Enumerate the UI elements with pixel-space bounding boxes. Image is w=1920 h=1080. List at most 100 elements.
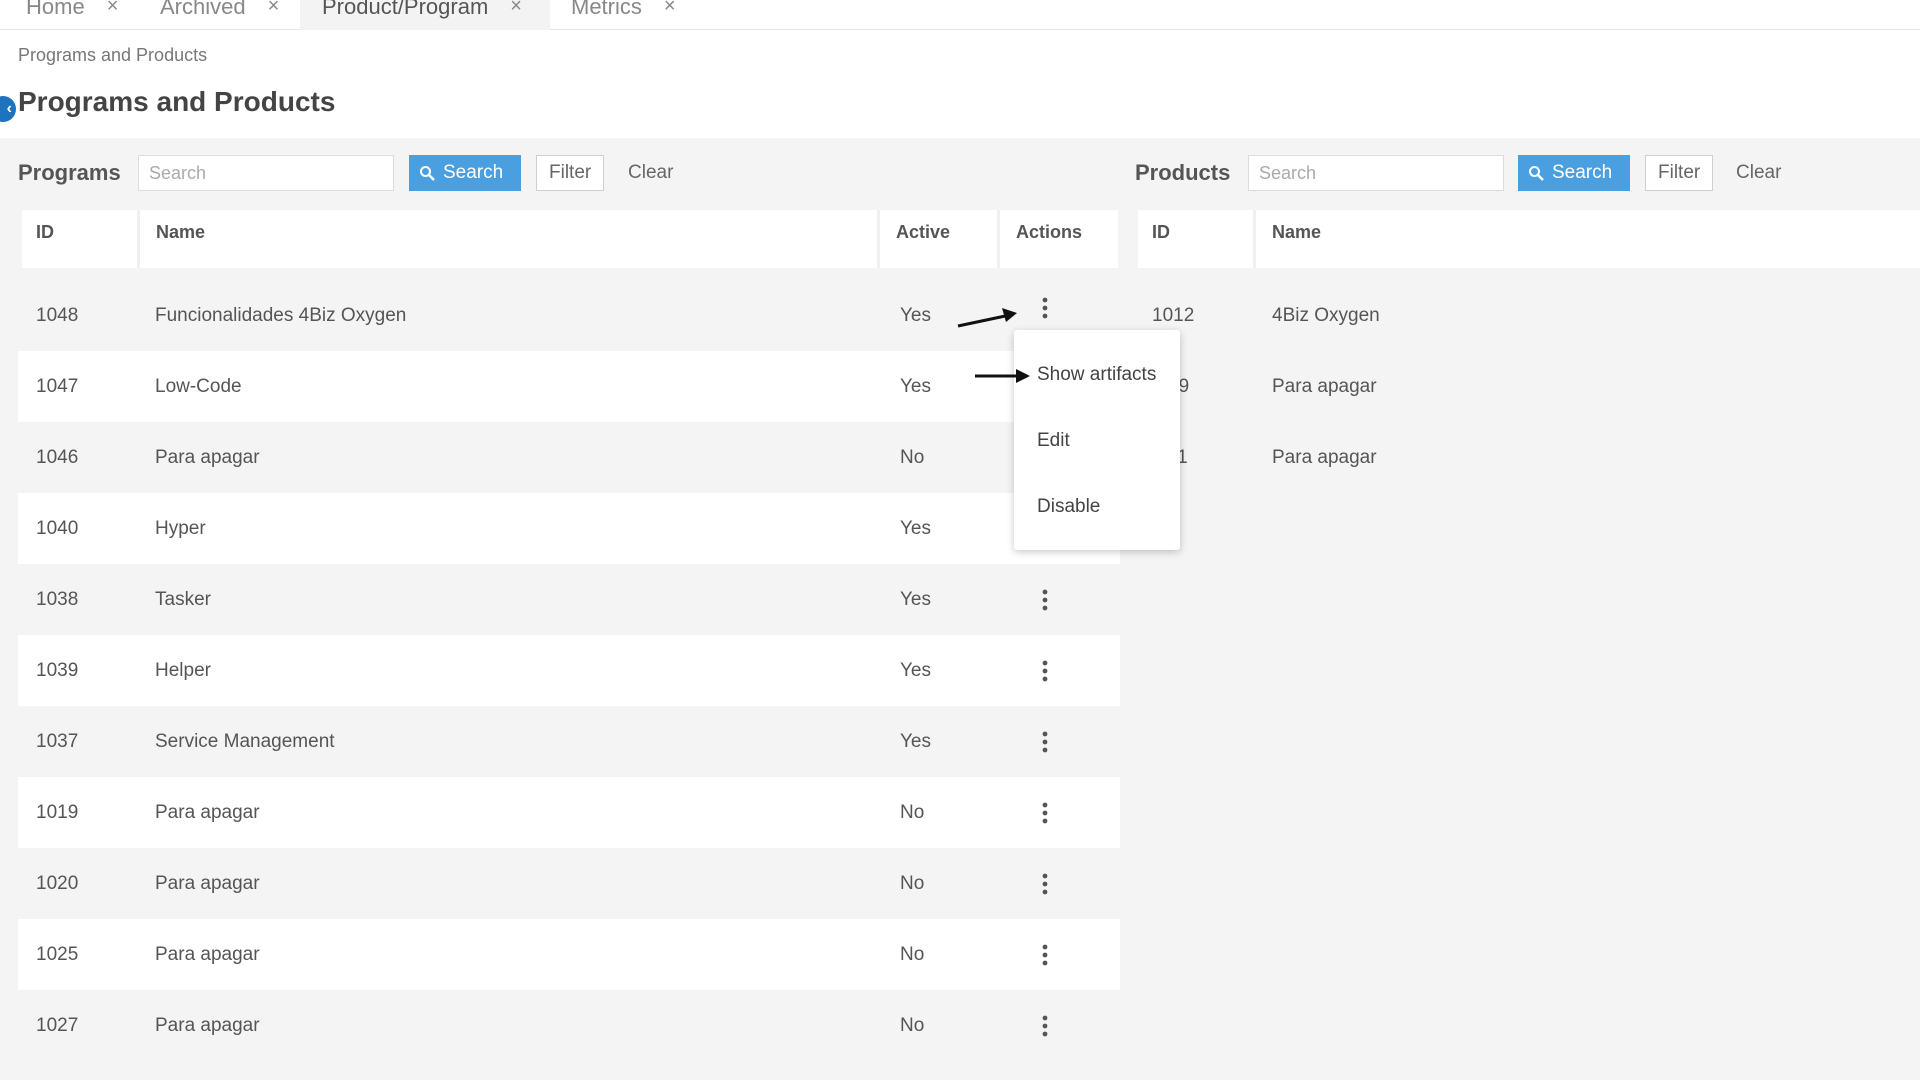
tab-label: Archived [160, 0, 246, 19]
program-active: Yes [900, 731, 931, 752]
program-id: 1040 [36, 518, 79, 539]
table-row[interactable]: 1046 Para apagar No [18, 422, 1120, 493]
program-id: 1047 [36, 376, 79, 397]
program-id: 1037 [36, 731, 79, 752]
table-row[interactable]: 09 Para apagar [1138, 351, 1920, 422]
program-name: Hyper [155, 518, 206, 539]
menu-item-show-artifacts[interactable]: Show artifacts [1037, 364, 1156, 386]
program-name: Para apagar [155, 873, 260, 894]
program-id: 1048 [36, 305, 79, 326]
column-header-active[interactable]: Active [882, 210, 1000, 268]
arrow-annotation-icon [975, 369, 1030, 383]
tab-bar: Home × Archived × Product/Program × Metr… [0, 0, 1920, 30]
products-search-input[interactable] [1248, 155, 1504, 191]
table-row[interactable]: 1039 Helper Yes [18, 635, 1120, 706]
program-name: Para apagar [155, 944, 260, 965]
program-id: 1019 [36, 802, 79, 823]
tab-label: Product/Program [322, 0, 489, 19]
program-id: 1027 [36, 1015, 79, 1036]
program-active: Yes [900, 518, 931, 539]
more-vertical-icon[interactable] [1025, 793, 1065, 833]
table-row[interactable]: 11 Para apagar [1138, 422, 1920, 493]
close-icon[interactable]: × [510, 0, 522, 16]
programs-clear-button[interactable]: Clear [620, 155, 681, 191]
programs-search-input[interactable] [138, 155, 394, 191]
more-vertical-icon[interactable] [1025, 1006, 1065, 1046]
program-active: No [900, 802, 925, 823]
table-row[interactable]: 1040 Hyper Yes [18, 493, 1120, 564]
search-button-label: Search [1552, 162, 1613, 183]
program-name: Para apagar [155, 1015, 260, 1036]
product-name: Para apagar [1272, 376, 1377, 397]
table-row-empty [1138, 493, 1920, 564]
tab-product-program[interactable]: Product/Program × [300, 0, 550, 30]
program-name: Helper [155, 660, 211, 681]
program-id: 1020 [36, 873, 79, 894]
breadcrumb[interactable]: Programs and Products [18, 45, 207, 66]
programs-table-header: ID Name Active Actions [22, 210, 1118, 268]
programs-filter-button[interactable]: Filter [536, 155, 605, 191]
table-row[interactable]: 1019 Para apagar No [18, 777, 1120, 848]
program-name: Low-Code [155, 376, 242, 397]
programs-title: Programs [18, 160, 121, 185]
products-table-header: ID Name [1138, 210, 1920, 268]
products-search-button[interactable]: Search [1518, 155, 1630, 191]
program-name: Para apagar [155, 802, 260, 823]
close-icon[interactable]: × [268, 0, 280, 16]
more-vertical-icon[interactable] [1025, 580, 1065, 620]
program-id: 1039 [36, 660, 79, 681]
more-vertical-icon[interactable] [1025, 651, 1065, 691]
program-id: 1046 [36, 447, 79, 468]
tab-archived[interactable]: Archived × [160, 0, 279, 30]
arrow-annotation-icon [957, 308, 1017, 328]
products-filter-button[interactable]: Filter [1645, 155, 1714, 191]
search-icon [420, 166, 435, 181]
program-name: Service Management [155, 731, 335, 752]
more-vertical-icon[interactable] [1025, 935, 1065, 975]
close-icon[interactable]: × [664, 0, 676, 16]
program-active: Yes [900, 305, 931, 326]
row-actions-menu: Show artifacts Edit Disable [1014, 330, 1180, 550]
program-id: 1025 [36, 944, 79, 965]
programs-search-button[interactable]: Search [409, 155, 521, 191]
table-row[interactable]: 1027 Para apagar No [18, 990, 1120, 1061]
more-vertical-icon[interactable] [1025, 722, 1065, 762]
program-active: Yes [900, 660, 931, 681]
menu-item-edit[interactable]: Edit [1037, 430, 1070, 452]
program-name: Funcionalidades 4Biz Oxygen [155, 305, 407, 326]
table-row[interactable]: 1020 Para apagar No [18, 848, 1120, 919]
products-clear-button[interactable]: Clear [1728, 155, 1789, 191]
more-vertical-icon[interactable] [1025, 288, 1065, 328]
program-active: Yes [900, 376, 931, 397]
table-row[interactable]: 1012 4Biz Oxygen [1138, 280, 1920, 351]
product-name: Para apagar [1272, 447, 1377, 468]
column-header-name[interactable]: Name [1258, 210, 1920, 268]
table-row[interactable]: 1025 Para apagar No [18, 919, 1120, 990]
search-icon [1529, 166, 1544, 181]
program-name: Para apagar [155, 447, 260, 468]
program-name: Tasker [155, 589, 211, 610]
column-header-id[interactable]: ID [22, 210, 140, 268]
menu-item-disable[interactable]: Disable [1037, 496, 1100, 518]
column-header-name[interactable]: Name [142, 210, 880, 268]
tab-metrics[interactable]: Metrics × [571, 0, 676, 30]
table-row[interactable]: 1038 Tasker Yes [18, 564, 1120, 635]
program-active: No [900, 944, 925, 965]
column-header-actions: Actions [1016, 222, 1083, 242]
page-title: Programs and Products [18, 86, 336, 117]
table-row[interactable]: 1037 Service Management Yes [18, 706, 1120, 777]
search-button-label: Search [443, 162, 504, 183]
tab-label: Home [26, 0, 85, 19]
close-icon[interactable]: × [107, 0, 119, 16]
program-active: No [900, 447, 925, 468]
tab-home[interactable]: Home × [26, 0, 118, 30]
products-title: Products [1135, 160, 1231, 185]
tab-label: Metrics [571, 0, 642, 19]
program-active: No [900, 873, 925, 894]
table-row[interactable]: 1047 Low-Code Yes [18, 351, 1120, 422]
program-id: 1038 [36, 589, 79, 610]
column-header-id[interactable]: ID [1138, 210, 1256, 268]
program-active: Yes [900, 589, 931, 610]
collapse-sidebar-icon[interactable]: ‹ [0, 96, 16, 122]
more-vertical-icon[interactable] [1025, 864, 1065, 904]
